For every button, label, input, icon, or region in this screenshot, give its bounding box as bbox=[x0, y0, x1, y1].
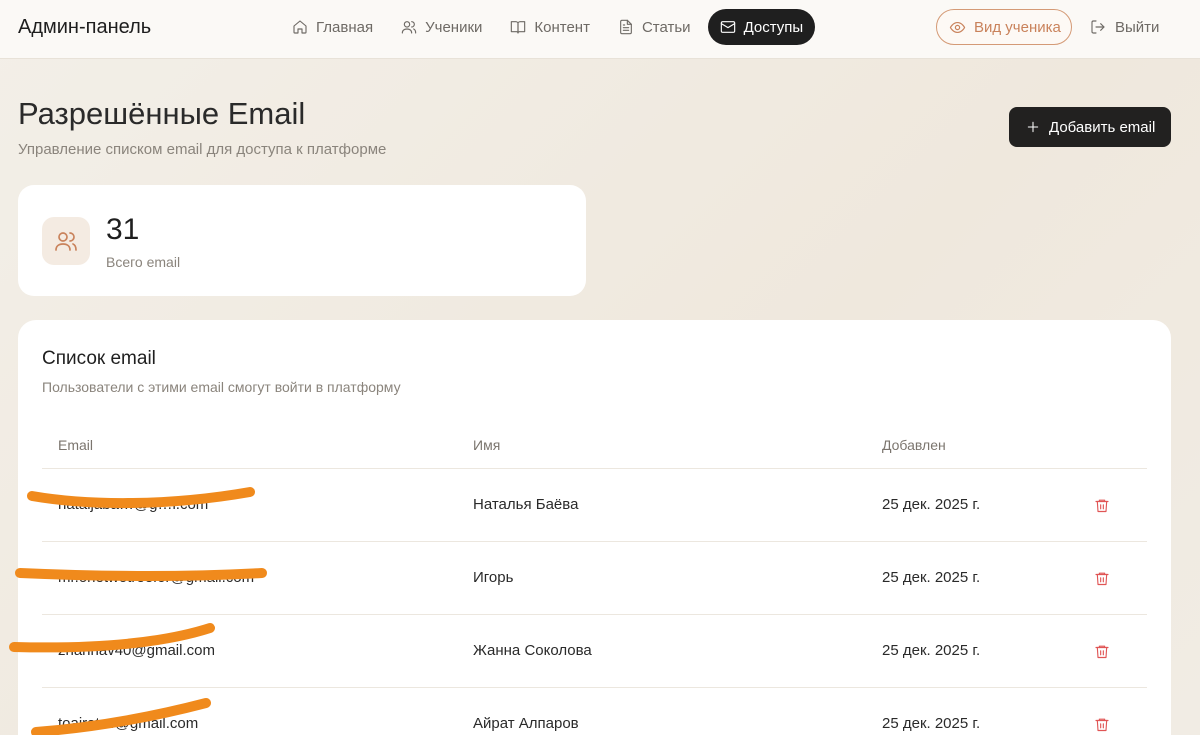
delete-button[interactable] bbox=[1094, 497, 1110, 514]
nav-item-content[interactable]: Контент bbox=[499, 9, 601, 45]
row-date: 25 дек. 2025 г. bbox=[882, 496, 981, 513]
nav-item-label: Главная bbox=[316, 18, 374, 36]
logout-label: Выйти bbox=[1115, 18, 1160, 36]
nav-item-home[interactable]: Главная bbox=[281, 9, 384, 45]
users-icon bbox=[55, 232, 77, 251]
row-email: zhannav40@gmail.com bbox=[58, 642, 215, 659]
delete-button[interactable] bbox=[1094, 643, 1110, 660]
total-emails-card: 31 Всего email bbox=[18, 185, 586, 296]
email-list-card: Список email Пользователи с этими email … bbox=[18, 320, 1171, 735]
nav-item-label: Статьи bbox=[641, 18, 691, 36]
logout-button[interactable]: Выйти bbox=[1090, 9, 1159, 45]
nav-item-students[interactable]: Ученики bbox=[390, 9, 493, 45]
row-name: Игорь bbox=[473, 569, 514, 586]
users-icon bbox=[401, 21, 417, 34]
student-view-label: Вид ученика bbox=[974, 18, 1061, 36]
trash-icon bbox=[1095, 645, 1109, 659]
row-name: Жанна Соколова bbox=[473, 642, 592, 659]
row-name: Наталья Баёва bbox=[473, 496, 579, 513]
trash-icon bbox=[1095, 718, 1109, 732]
top-bar: Админ-панель Главная Ученики Контент Ста… bbox=[0, 0, 1200, 59]
column-header-name: Имя bbox=[473, 437, 501, 453]
list-subtitle: Пользователи с этими email смогут войти … bbox=[42, 379, 401, 395]
logout-icon bbox=[1091, 20, 1105, 34]
nav-item-articles[interactable]: Статьи bbox=[607, 9, 702, 45]
file-text-icon bbox=[620, 19, 632, 35]
row-email: nataljaba…@g…l.com bbox=[58, 496, 209, 513]
column-header-added: Добавлен bbox=[882, 437, 946, 453]
book-icon bbox=[511, 21, 526, 34]
nav-item-access[interactable]: Доступы bbox=[707, 9, 816, 45]
nav-item-label: Ученики bbox=[425, 18, 483, 36]
page-subtitle: Управление списком email для доступа к п… bbox=[18, 141, 387, 158]
main-nav: Главная Ученики Контент Статьи Доступы bbox=[281, 9, 821, 45]
column-header-email: Email bbox=[58, 437, 94, 453]
app-title: Админ-панель bbox=[18, 16, 152, 38]
row-email: toairat…@gmail.com bbox=[58, 715, 199, 732]
nav-item-label: Контент bbox=[534, 18, 590, 36]
add-email-label: Добавить email bbox=[1049, 118, 1156, 136]
total-emails-value: 31 bbox=[106, 213, 140, 246]
student-view-button[interactable]: Вид ученика bbox=[936, 9, 1072, 45]
add-email-button[interactable]: Добавить email bbox=[1009, 107, 1171, 147]
table-row: mr.onetwotreefor@gmail.com Игорь 25 дек.… bbox=[42, 542, 1147, 615]
plus-icon bbox=[1027, 121, 1039, 133]
page-title: Разрешённые Email bbox=[18, 96, 306, 131]
row-date: 25 дек. 2025 г. bbox=[882, 569, 981, 586]
trash-icon bbox=[1095, 572, 1109, 586]
list-title: Список email bbox=[42, 348, 156, 369]
table-header: Email Имя Добавлен bbox=[42, 425, 1147, 469]
table-row: toairat…@gmail.com Айрат Алпаров 25 дек.… bbox=[42, 688, 1147, 735]
delete-button[interactable] bbox=[1094, 570, 1110, 587]
stat-icon-box bbox=[42, 217, 90, 265]
row-email: mr.onetwotreefor@gmail.com bbox=[58, 569, 255, 586]
trash-icon bbox=[1095, 499, 1109, 513]
row-date: 25 дек. 2025 г. bbox=[882, 715, 981, 732]
table-row: nataljaba…@g…l.com Наталья Баёва 25 дек.… bbox=[42, 469, 1147, 542]
eye-icon bbox=[949, 21, 966, 33]
total-emails-label: Всего email bbox=[106, 254, 181, 270]
mail-icon bbox=[720, 21, 735, 33]
nav-item-label: Доступы bbox=[743, 18, 804, 36]
row-date: 25 дек. 2025 г. bbox=[882, 642, 981, 659]
home-icon bbox=[293, 20, 307, 34]
row-name: Айрат Алпаров bbox=[473, 715, 579, 732]
delete-button[interactable] bbox=[1094, 716, 1110, 733]
table-row: zhannav40@gmail.com Жанна Соколова 25 де… bbox=[42, 615, 1147, 688]
